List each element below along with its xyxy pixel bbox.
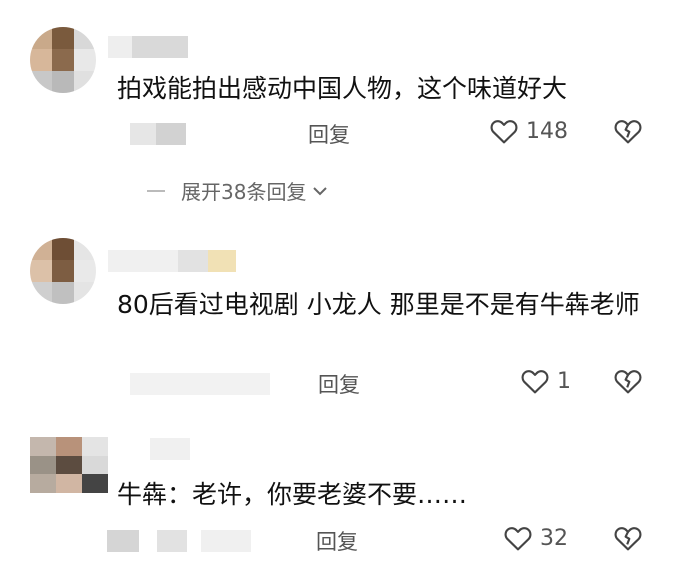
- comment-text: 拍戏能拍出感动中国人物，这个味道好大: [117, 74, 568, 103]
- reply-button[interactable]: 回复: [308, 119, 350, 149]
- comment-meta: 回复 148: [117, 113, 679, 153]
- username-blurred[interactable]: [108, 250, 236, 272]
- reply-button[interactable]: 回复: [316, 526, 358, 556]
- comment-meta: 回复 32: [107, 520, 679, 560]
- like-button[interactable]: 148: [488, 115, 568, 147]
- chevron-down-icon: [313, 186, 328, 195]
- heart-outline-icon: [490, 120, 518, 144]
- like-button[interactable]: 1: [519, 365, 571, 397]
- dislike-button[interactable]: [612, 522, 644, 558]
- timestamp-blurred: [130, 373, 270, 395]
- dislike-button[interactable]: [612, 365, 644, 401]
- like-button[interactable]: 32: [502, 522, 568, 554]
- divider: [147, 189, 165, 192]
- broken-heart-icon: [614, 370, 642, 394]
- avatar[interactable]: [30, 437, 108, 493]
- heart-outline-icon: [521, 370, 549, 394]
- comment-text: 80后看过电视剧 小龙人 那里是不是有牛犇老师: [117, 290, 640, 319]
- expand-replies-label: 展开38条回复: [181, 180, 307, 204]
- like-count: 1: [557, 368, 571, 394]
- timestamp-blurred: [130, 123, 186, 145]
- like-count: 32: [540, 525, 568, 551]
- comment-meta: 回复 1: [117, 363, 679, 403]
- heart-outline-icon: [504, 527, 532, 551]
- avatar[interactable]: [30, 238, 96, 304]
- username-blurred[interactable]: [150, 438, 190, 460]
- reply-button[interactable]: 回复: [318, 369, 360, 399]
- comment-text: 牛犇：老许，你要老婆不要……: [117, 480, 468, 509]
- expand-replies-button[interactable]: 展开38条回复: [147, 176, 328, 205]
- broken-heart-icon: [614, 120, 642, 144]
- username-blurred[interactable]: [108, 36, 188, 58]
- timestamp-blurred: [107, 530, 251, 552]
- like-count: 148: [526, 118, 568, 144]
- broken-heart-icon: [614, 527, 642, 551]
- avatar[interactable]: [30, 27, 96, 93]
- dislike-button[interactable]: [612, 115, 644, 151]
